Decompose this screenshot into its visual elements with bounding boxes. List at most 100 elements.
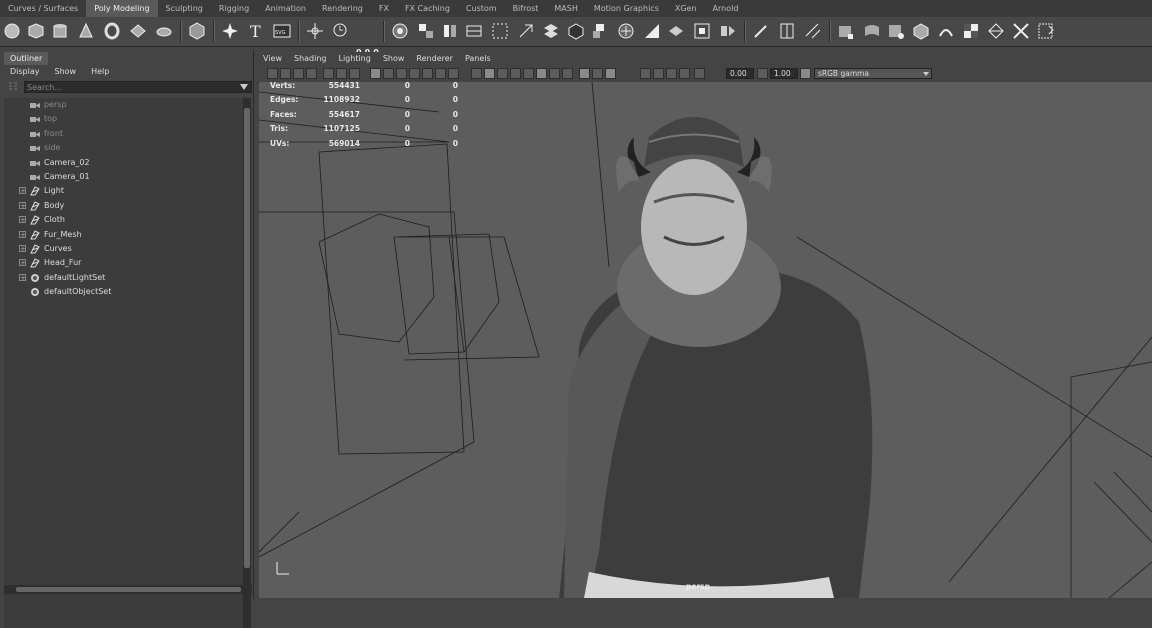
shelf-tab[interactable]: XGen [667, 0, 705, 17]
outliner-item[interactable]: + Body [4, 199, 244, 213]
color-management-icon[interactable] [800, 68, 811, 79]
multi-cut-icon[interactable] [590, 21, 610, 41]
wireframe-on-shaded-icon[interactable] [497, 68, 508, 79]
super-shape-icon[interactable] [220, 21, 240, 41]
safe-title-icon[interactable] [448, 68, 459, 79]
outliner-menu-help[interactable]: Help [81, 65, 114, 79]
shelf-tab[interactable]: Rendering [314, 0, 371, 17]
grid-icon[interactable] [370, 68, 381, 79]
uv-sew-icon[interactable] [1011, 21, 1031, 41]
textured-icon[interactable] [510, 68, 521, 79]
uv-editor-icon[interactable] [1036, 21, 1056, 41]
grease-pencil-icon[interactable] [336, 68, 347, 79]
smooth-shade-icon[interactable] [484, 68, 495, 79]
outliner-menu-show[interactable]: Show [45, 65, 82, 79]
exposure-icon[interactable] [694, 68, 705, 79]
uv-cylindrical-icon[interactable] [862, 21, 882, 41]
poke-icon[interactable] [692, 21, 712, 41]
outliner-vertical-scrollbar[interactable] [243, 98, 251, 628]
target-weld-icon[interactable] [616, 21, 636, 41]
measure-icon[interactable] [331, 21, 351, 41]
shelf-tab[interactable]: FX Caching [397, 0, 458, 17]
outliner-item[interactable]: top [4, 112, 244, 126]
poly-plane-icon[interactable] [128, 21, 148, 41]
append-icon[interactable] [566, 21, 586, 41]
extrude-icon[interactable] [490, 21, 510, 41]
outliner-item[interactable]: + Head_Fur [4, 256, 244, 270]
select-camera-icon[interactable] [267, 68, 278, 79]
uv-planar-icon[interactable] [836, 21, 856, 41]
outliner-item[interactable]: + Light [4, 184, 244, 198]
viewport-menu-show[interactable]: Show [377, 52, 411, 66]
uv-checker-icon[interactable] [961, 21, 981, 41]
viewport-panel[interactable]: Verts: 554431 0 0 Edges: 1108932 0 0 Fac… [259, 82, 1152, 598]
chevron-down-icon[interactable] [240, 84, 248, 90]
outliner-item[interactable]: front [4, 127, 244, 141]
two-d-pan-icon[interactable] [323, 68, 334, 79]
shelf-tab[interactable]: Curves / Surfaces [0, 0, 86, 17]
platonic-solid-icon[interactable] [187, 21, 207, 41]
uv-automatic-icon[interactable] [911, 21, 931, 41]
bookmark-icon[interactable] [293, 68, 304, 79]
shelf-tab[interactable]: FX [371, 0, 397, 17]
edge-loop-icon[interactable] [777, 21, 797, 41]
resolution-gate-icon[interactable] [396, 68, 407, 79]
viewport-menu-view[interactable]: View [257, 52, 288, 66]
poly-cone-icon[interactable] [76, 21, 96, 41]
lights-icon[interactable] [523, 68, 534, 79]
expand-icon[interactable]: + [19, 187, 26, 195]
outliner-item[interactable]: Camera_01 [4, 170, 244, 184]
gate-mask-icon[interactable] [409, 68, 420, 79]
backface-culling-icon[interactable] [640, 68, 651, 79]
expand-icon[interactable]: + [19, 245, 26, 253]
gamma-field[interactable]: 1.00 [770, 68, 798, 79]
poly-sphere-icon[interactable] [2, 21, 22, 41]
crease-icon[interactable] [642, 21, 662, 41]
shadows-icon[interactable] [536, 68, 547, 79]
outliner-horizontal-scrollbar[interactable] [4, 585, 252, 594]
text-icon[interactable]: T [246, 21, 266, 41]
outliner-item[interactable]: + Fur_Mesh [4, 228, 244, 242]
shelf-tab[interactable]: Arnold [705, 0, 747, 17]
grid-display-icon[interactable] [349, 68, 360, 79]
scrollbar-thumb[interactable] [244, 108, 250, 568]
poly-disc-icon[interactable] [154, 21, 174, 41]
outliner-item[interactable]: defaultObjectSet [4, 285, 244, 299]
outliner-item[interactable]: persp [4, 98, 244, 112]
frame-selection-icon[interactable] [679, 68, 690, 79]
motion-blur-icon[interactable] [562, 68, 573, 79]
poly-cube-icon[interactable] [26, 21, 46, 41]
shelf-tab[interactable]: Sculpting [158, 0, 211, 17]
shelf-tab[interactable]: Bifrost [505, 0, 547, 17]
expand-icon[interactable]: + [19, 216, 26, 224]
shelf-tab[interactable]: Motion Graphics [586, 0, 667, 17]
expand-icon[interactable]: + [19, 273, 26, 281]
outliner-item[interactable]: Camera_02 [4, 156, 244, 170]
viewport-menu-renderer[interactable]: Renderer [410, 52, 459, 66]
uv-unfold-icon[interactable] [986, 21, 1006, 41]
shelf-tab[interactable]: Poly Modeling [86, 0, 158, 17]
camera-attributes-icon[interactable] [280, 68, 291, 79]
poly-torus-icon[interactable] [102, 21, 122, 41]
outliner-menu-display[interactable]: Display [0, 65, 45, 79]
outliner-item[interactable]: + Cloth [4, 213, 244, 227]
separate-icon[interactable] [416, 21, 436, 41]
outliner-item[interactable]: + Curves [4, 242, 244, 256]
smooth-icon[interactable] [440, 21, 460, 41]
field-chart-icon[interactable] [422, 68, 433, 79]
outliner-tab[interactable]: Outliner [4, 52, 49, 65]
outliner-search-input[interactable]: Search... [24, 81, 252, 93]
shelf-tab[interactable]: MASH [546, 0, 585, 17]
expand-icon[interactable]: + [19, 201, 26, 209]
outliner-item[interactable]: + defaultLightSet [4, 271, 244, 285]
viewport-menu-panels[interactable]: Panels [459, 52, 497, 66]
viewport-menu-lighting[interactable]: Lighting [332, 52, 376, 66]
scrollbar-thumb[interactable] [16, 587, 241, 592]
svg-icon[interactable]: SVG [272, 21, 292, 41]
color-space-dropdown[interactable]: sRGB gamma [814, 68, 932, 79]
bridge-icon[interactable] [464, 21, 484, 41]
bevel-icon[interactable] [516, 21, 536, 41]
expand-icon[interactable]: + [19, 230, 26, 238]
fill-hole-icon[interactable] [541, 21, 561, 41]
screen-space-ao-icon[interactable] [549, 68, 560, 79]
